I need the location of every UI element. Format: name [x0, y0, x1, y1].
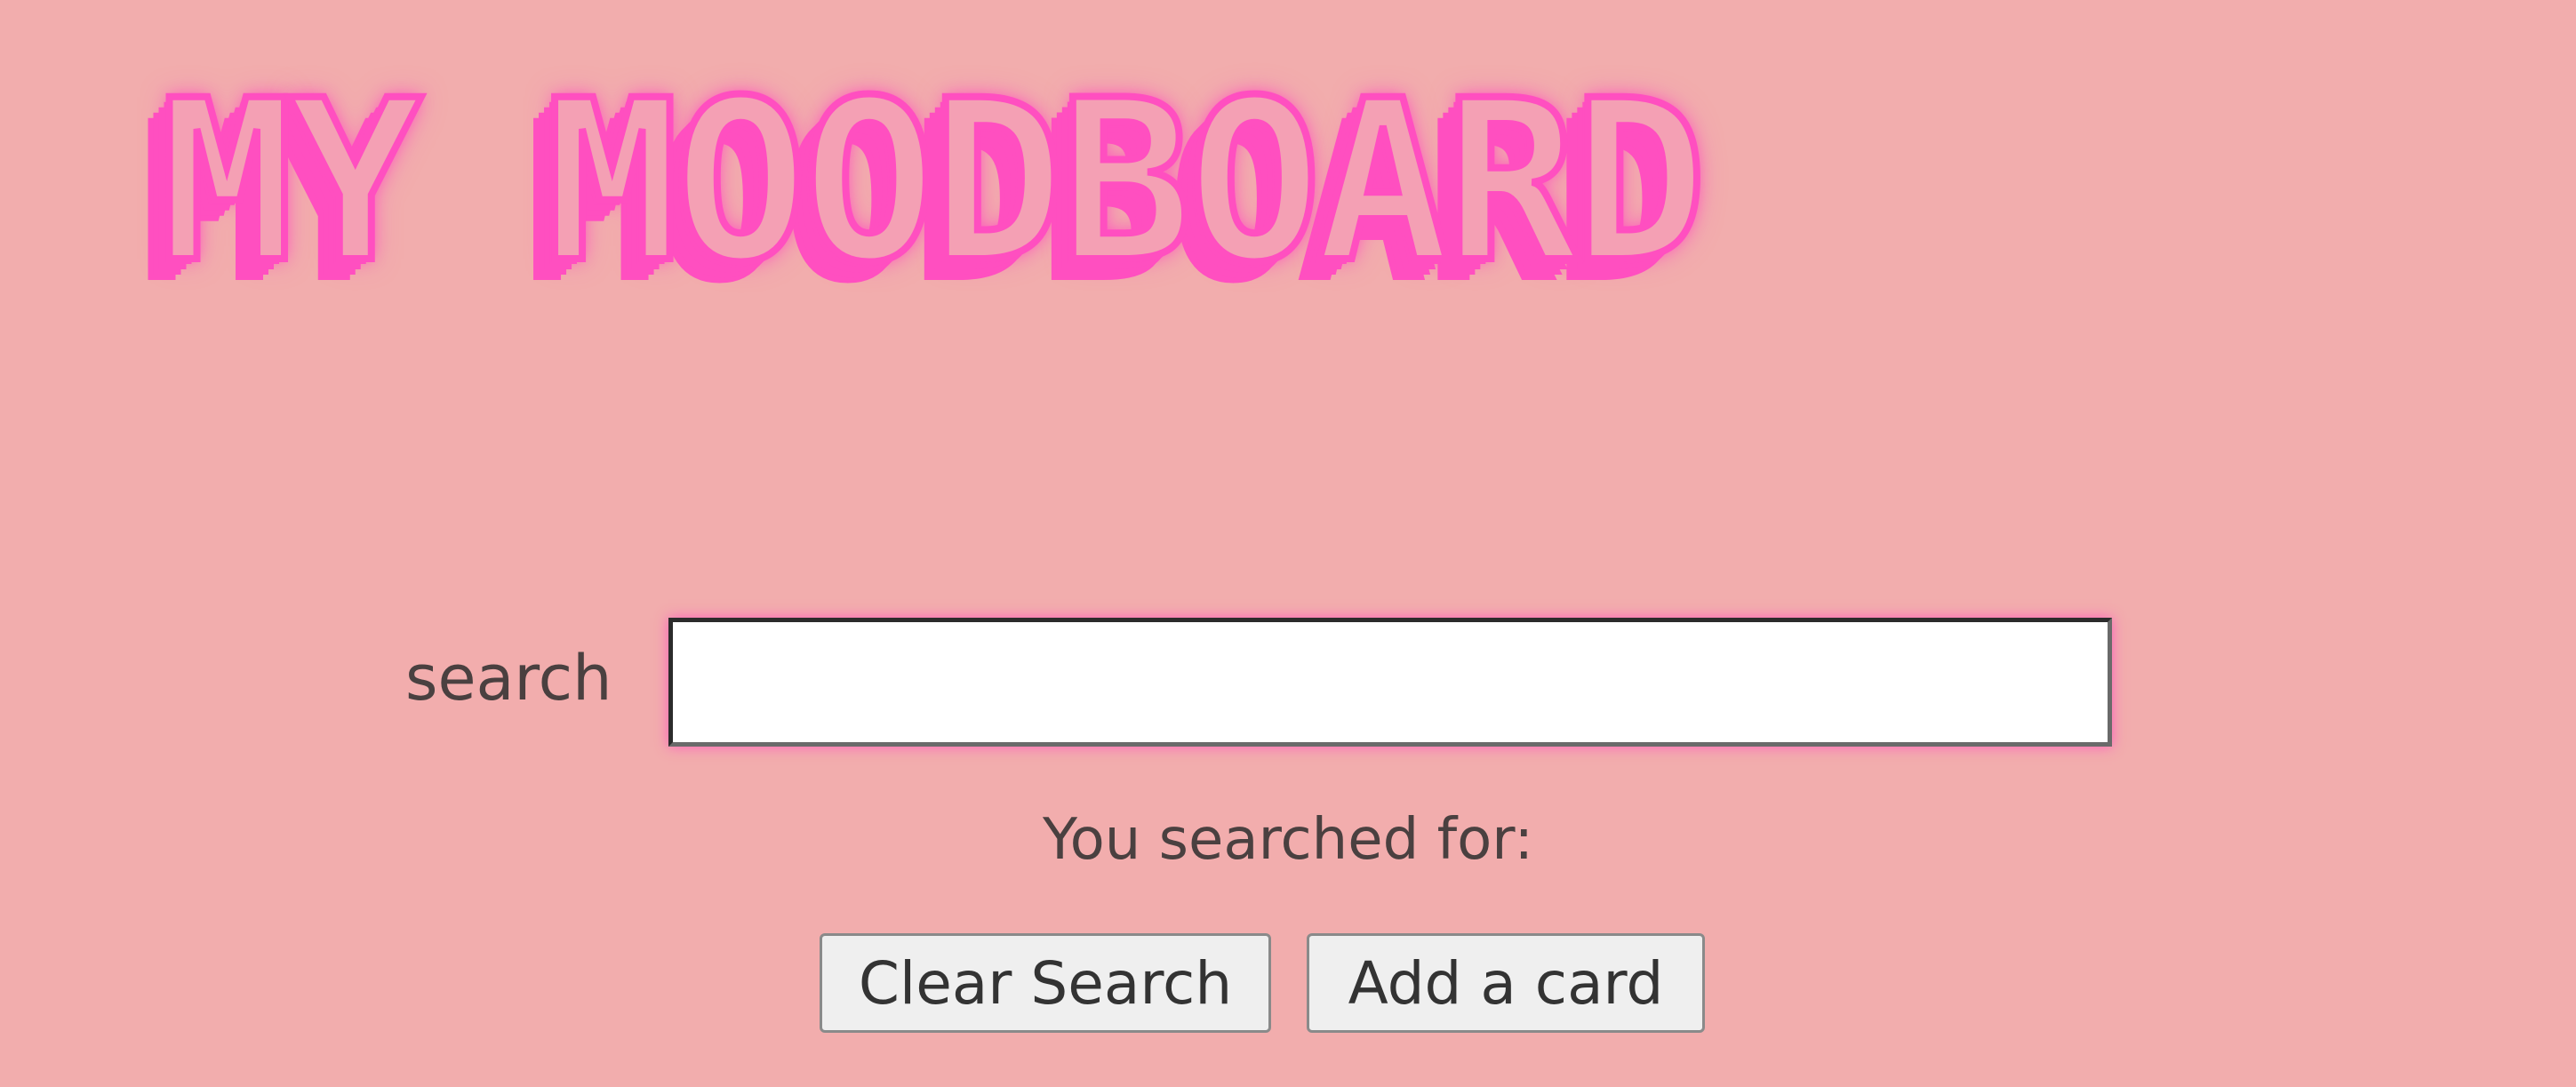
search-result-text: You searched for:	[1042, 807, 1534, 873]
search-input[interactable]	[668, 618, 2112, 747]
clear-search-button[interactable]: Clear Search	[820, 933, 1271, 1033]
search-label: search	[405, 642, 612, 715]
add-card-button[interactable]: Add a card	[1307, 933, 1705, 1033]
page-title: MY MOODBOARD	[156, 52, 1710, 311]
